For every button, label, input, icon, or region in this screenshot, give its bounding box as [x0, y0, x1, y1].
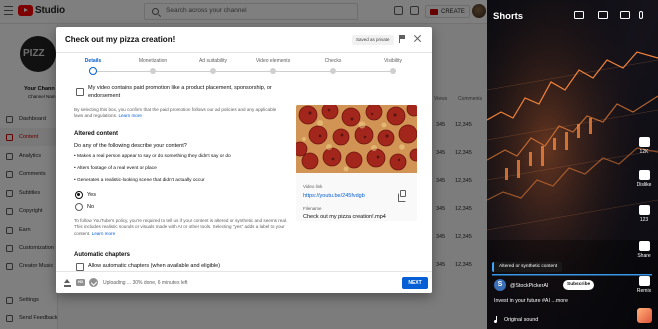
step-dot — [210, 68, 216, 74]
paid-promotion-note: By selecting this box, you confirm that … — [74, 107, 284, 120]
original-sound-link[interactable]: Original sound — [504, 317, 538, 323]
step-dot — [270, 68, 276, 74]
camera-icon[interactable] — [620, 11, 630, 19]
video-thumbnail[interactable] — [296, 105, 417, 173]
share-button[interactable]: Share — [633, 241, 655, 259]
dislike-button[interactable]: Dislike — [633, 170, 655, 188]
like-count: 12K — [639, 149, 649, 155]
filename-label: Filename — [303, 206, 322, 211]
close-icon[interactable] — [413, 34, 422, 43]
comment-icon — [638, 205, 650, 215]
bullet-item: • Alters footage of a real event or plac… — [74, 166, 157, 171]
music-note-icon — [494, 316, 500, 323]
pizza-image — [296, 105, 417, 173]
video-preview-card: Video link https://youtu.be/245fvdgb Fil… — [296, 105, 417, 221]
remix-icon — [638, 276, 650, 286]
step-label: Visibility — [384, 58, 402, 64]
step-dot — [150, 68, 156, 74]
remix-button[interactable]: Remix — [633, 276, 655, 294]
altered-content-badge[interactable]: Altered or synthetic content — [492, 262, 563, 272]
check-circle-icon — [89, 278, 98, 287]
comment-count: 123 — [639, 217, 649, 223]
radio-no[interactable] — [75, 203, 83, 211]
automatic-chapters-label: Allow automatic chapters (when available… — [88, 263, 221, 269]
step-dot — [89, 67, 97, 75]
remix-label: Remix — [636, 288, 652, 294]
shorts-title: Shorts — [493, 11, 524, 22]
bullet-item: • Generates a realistic-looking scene th… — [74, 178, 205, 183]
dislike-icon — [638, 170, 650, 180]
subscribe-button[interactable]: Subscribe — [563, 280, 595, 290]
checkbox-box[interactable] — [76, 263, 84, 271]
bullet-text: Makes a real person appear to say or do … — [77, 154, 231, 159]
step-visibility[interactable]: Visibility — [358, 58, 428, 74]
step-dot — [390, 68, 396, 74]
video-link-label: Video link — [303, 184, 323, 189]
upload-status: Uploading ... 30% done, 6 minutes left — [103, 280, 188, 286]
dialog-footer: HD Uploading ... 30% done, 6 minutes lef… — [56, 271, 432, 293]
saved-status-badge: Saved as private — [352, 35, 394, 45]
sound-thumbnail[interactable] — [637, 308, 652, 323]
hd-icon: HD — [76, 279, 85, 286]
bullet-item: • Makes a real person appear to say or d… — [74, 154, 231, 159]
dislike-label: Dislike — [636, 182, 652, 188]
share-icon — [638, 241, 650, 251]
radio-yes-label[interactable]: Yes — [87, 192, 96, 200]
paid-promotion-label: My video contains paid promotion like a … — [88, 85, 272, 99]
shorts-channel-avatar[interactable]: S — [494, 279, 506, 291]
studio-window: Studio Search across your channel CREATE… — [0, 0, 487, 329]
shorts-player: Shorts 12K Dislike 123 Share Remix Alter… — [487, 0, 658, 329]
chapters-heading: Automatic chapters — [74, 252, 131, 258]
stepper-track — [93, 71, 393, 72]
automatic-chapters-checkbox[interactable] — [76, 263, 84, 271]
radio-yes[interactable] — [75, 191, 83, 199]
like-icon — [638, 137, 650, 147]
next-button[interactable]: NEXT — [402, 277, 428, 289]
radio-no-label[interactable]: No — [87, 204, 94, 212]
cast-icon[interactable] — [574, 11, 584, 19]
upload-icon — [64, 279, 71, 287]
shorts-caption[interactable]: Invest in your future #AI ...more — [494, 298, 568, 304]
more-vert-icon[interactable] — [639, 11, 643, 19]
altered-content-heading: Altered content — [74, 131, 119, 137]
shorts-channel-handle[interactable]: @StockPickerAI — [510, 283, 548, 289]
checkbox-box[interactable] — [76, 88, 84, 96]
learn-more-link[interactable]: Learn more — [92, 231, 116, 236]
copy-icon[interactable] — [398, 190, 406, 202]
divider — [56, 52, 432, 53]
upload-details-dialog: Check out my pizza creation! Saved as pr… — [56, 27, 432, 293]
filename-value: Check out my pizza creation!.mp4 — [303, 214, 386, 220]
video-link[interactable]: https://youtu.be/245fvdgb — [303, 193, 365, 199]
bullet-text: Alters footage of a real event or place — [77, 166, 157, 171]
share-label: Share — [637, 253, 651, 259]
learn-more-link[interactable]: Learn more — [118, 113, 142, 118]
bullet-text: Generates a realistic-looking scene that… — [77, 178, 205, 183]
like-button[interactable]: 12K — [633, 137, 655, 155]
altered-content-question: Do any of the following describe your co… — [74, 143, 187, 149]
captions-icon[interactable] — [598, 11, 608, 19]
comment-button[interactable]: 123 — [633, 205, 655, 223]
disclosure-note: To follow YouTube's policy, you're requi… — [74, 218, 296, 237]
dialog-title: Check out my pizza creation! — [65, 35, 176, 44]
paid-promotion-note-text: By selecting this box, you confirm that … — [74, 107, 277, 119]
feedback-flag-icon[interactable] — [399, 35, 406, 43]
step-dot — [330, 68, 336, 74]
paid-promotion-checkbox[interactable] — [76, 88, 84, 96]
